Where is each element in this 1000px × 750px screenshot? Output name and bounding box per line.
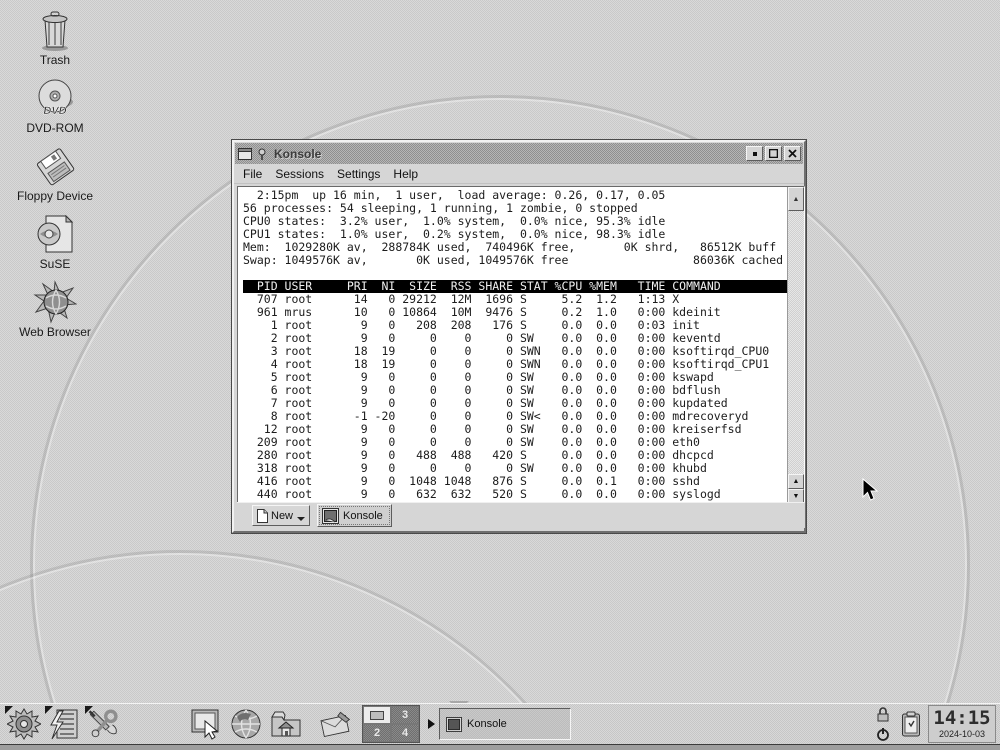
logout-button[interactable] <box>872 725 894 743</box>
scroll-up-button[interactable]: ▲ <box>788 474 804 489</box>
desktop-icon-label: DVD-ROM <box>26 121 83 135</box>
new-page-icon <box>257 509 268 523</box>
desktop-icon-suse[interactable]: SuSE <box>0 212 110 271</box>
tools-button[interactable] <box>84 705 124 743</box>
system-tray: 14:15 2024-10-03 <box>872 705 996 743</box>
svg-text:DVD: DVD <box>43 105 66 117</box>
sticky-pin-icon[interactable] <box>254 147 269 161</box>
pager-desktop-2[interactable]: 2 <box>363 724 391 742</box>
tasklist-arrow-icon[interactable] <box>428 719 435 729</box>
task-button-konsole[interactable]: Konsole <box>439 708 571 740</box>
clock-date: 2024-10-03 <box>939 729 985 739</box>
window-list-button[interactable] <box>44 705 84 743</box>
menu-help[interactable]: Help <box>393 167 418 181</box>
desktop-icon-trash[interactable]: Trash <box>0 8 110 67</box>
terminal-frame: 2:15pm up 16 min, 1 user, load average: … <box>237 186 805 505</box>
desktop-icon-label: Floppy Device <box>17 189 93 203</box>
terminal-scrollbar[interactable]: ▲ ▲ ▼ <box>787 187 804 504</box>
mouse-cursor <box>862 478 880 502</box>
window-titlebar[interactable]: Konsole <box>235 143 803 164</box>
menu-arrow-icon <box>85 706 93 714</box>
scrollbar-trough[interactable] <box>788 211 804 474</box>
menu-bar: File Sessions Settings Help <box>234 164 804 184</box>
pager-desktop-4[interactable]: 4 <box>391 724 419 742</box>
new-session-caret-icon <box>297 517 305 521</box>
konsole-window: Konsole File Sessions Settings Help 2:15… <box>232 140 806 533</box>
session-tab-label: Konsole <box>343 510 383 522</box>
clipboard-icon <box>901 711 921 737</box>
menu-file[interactable]: File <box>243 167 262 181</box>
web-browser-button[interactable] <box>226 705 266 743</box>
suse-document-icon <box>33 212 77 256</box>
new-session-label: New <box>271 510 293 522</box>
globe-icon <box>229 707 263 741</box>
konsole-task-icon <box>446 717 462 732</box>
terminal-line: 440 root 9 0 632 632 520 S 0.0 0.0 0:00 … <box>243 488 787 501</box>
taskbar-panel: 3 2 4 Konsole <box>0 703 1000 744</box>
pager-window-thumb <box>370 711 384 720</box>
minimize-button[interactable] <box>746 146 763 161</box>
trash-icon <box>33 8 77 52</box>
desktop-icon-label: Trash <box>40 53 70 67</box>
panel-bottom-edge <box>0 744 1000 750</box>
home-folder-button[interactable] <box>266 705 306 743</box>
desktop-pager: 3 2 4 <box>362 705 420 743</box>
window-menu-icon[interactable] <box>237 147 252 161</box>
session-tab-bar: New Konsole <box>237 502 805 528</box>
show-desktop-button[interactable] <box>186 705 226 743</box>
menu-arrow-icon <box>45 706 53 714</box>
padlock-icon <box>876 707 890 722</box>
pager-desktop-3[interactable]: 3 <box>391 706 419 724</box>
close-button[interactable] <box>784 146 801 161</box>
envelope-pen-icon <box>319 707 353 741</box>
clock-time: 14:15 <box>933 709 990 728</box>
scrollbar-thumb[interactable]: ▲ <box>788 187 804 211</box>
kmenu-button[interactable] <box>4 705 44 743</box>
desktop-icon-web-browser[interactable]: Web Browser <box>0 280 110 339</box>
desktop-icon-floppy[interactable]: Floppy Device <box>0 144 110 203</box>
desktop-icon-label: Web Browser <box>19 325 91 339</box>
desktop-icon-list: Trash DVD DVD-ROM Floppy Device <box>0 8 110 339</box>
task-button-label: Konsole <box>467 718 507 730</box>
pager-desktop-1[interactable] <box>363 706 391 724</box>
floppy-icon <box>33 144 77 188</box>
dvd-disc-icon: DVD <box>33 76 77 120</box>
home-folder-icon <box>269 707 303 741</box>
session-tab-konsole[interactable]: Konsole <box>317 504 392 527</box>
klipper-applet[interactable] <box>898 707 924 741</box>
terminal-output[interactable]: 2:15pm up 16 min, 1 user, load average: … <box>238 187 787 504</box>
window-title: Konsole <box>274 147 744 161</box>
mail-button[interactable] <box>316 705 356 743</box>
new-session-button[interactable]: New <box>252 505 310 526</box>
lock-logout-applet <box>872 706 894 743</box>
maximize-button[interactable] <box>765 146 782 161</box>
lock-screen-button[interactable] <box>872 706 894 724</box>
menu-arrow-icon <box>5 706 13 714</box>
power-icon <box>876 727 890 741</box>
show-desktop-icon <box>189 707 223 741</box>
digital-clock[interactable]: 14:15 2024-10-03 <box>928 705 996 743</box>
desktop-icon-label: SuSE <box>40 257 71 271</box>
desktop-icon-dvd-rom[interactable]: DVD DVD-ROM <box>0 76 110 135</box>
menu-settings[interactable]: Settings <box>337 167 380 181</box>
menu-sessions[interactable]: Sessions <box>275 167 324 181</box>
konsole-session-icon <box>322 508 339 524</box>
web-browser-icon <box>33 280 77 324</box>
terminal-line: Swap: 1049576K av, 0K used, 1049576K fre… <box>243 254 787 267</box>
